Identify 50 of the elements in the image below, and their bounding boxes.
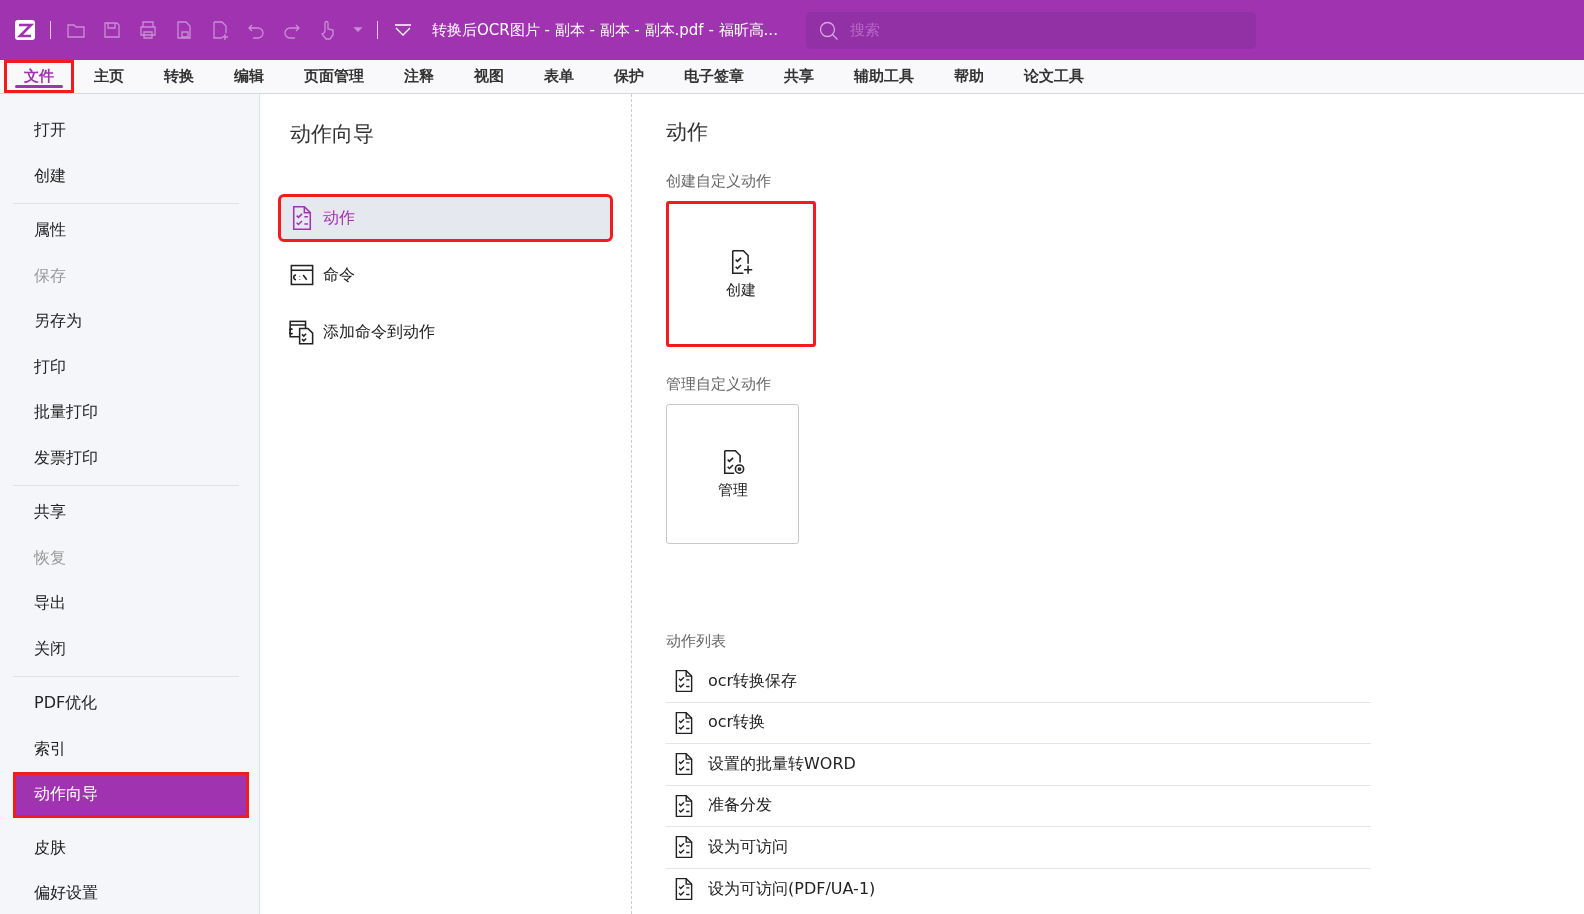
sidebar-item[interactable]: 创建 bbox=[13, 153, 239, 199]
menu-tab[interactable]: 转换 bbox=[144, 60, 214, 93]
sidebar-item[interactable]: 发票打印 bbox=[13, 435, 239, 481]
sidebar-item[interactable]: 关闭 bbox=[13, 626, 239, 672]
action-list-item[interactable]: 设为可访问 bbox=[666, 827, 1371, 869]
app-logo-icon[interactable] bbox=[14, 19, 36, 41]
action-card[interactable]: 管理 bbox=[666, 404, 799, 544]
sidebar-item[interactable]: 打印 bbox=[13, 344, 239, 390]
menu-tab[interactable]: 编辑 bbox=[214, 60, 284, 93]
wizard-item[interactable]: 命令 bbox=[278, 251, 613, 299]
action-list-item[interactable]: ocr转换 bbox=[666, 702, 1371, 744]
section-heading: 创建自定义动作 bbox=[666, 172, 772, 191]
terminal-icon bbox=[289, 262, 315, 288]
menu-tab[interactable]: 论文工具 bbox=[1004, 60, 1104, 93]
sidebar-item[interactable]: 批量打印 bbox=[13, 390, 239, 436]
section-heading: 动作列表 bbox=[666, 632, 727, 651]
sidebar-item[interactable]: 另存为 bbox=[13, 299, 239, 345]
action-list-item[interactable]: 设为可访问(PDF/UA-1) bbox=[666, 868, 1371, 910]
sidebar-item[interactable]: 打开 bbox=[13, 108, 239, 154]
panel-title: 动作向导 bbox=[290, 121, 375, 148]
wizard-item[interactable]: 动作 bbox=[278, 194, 613, 242]
sidebar-item[interactable]: 导出 bbox=[13, 581, 239, 627]
action-list-item[interactable]: 准备分发 bbox=[666, 785, 1371, 827]
sidebar-item[interactable]: PDF优化 bbox=[13, 681, 249, 727]
action-list-item[interactable]: ocr转换保存 bbox=[666, 661, 1371, 703]
menu-tab[interactable]: 帮助 bbox=[934, 60, 1004, 93]
menu-tab[interactable]: 表单 bbox=[524, 60, 594, 93]
menu-tab[interactable]: 页面管理 bbox=[284, 60, 384, 93]
menu-tab[interactable]: 文件 bbox=[4, 60, 74, 93]
sidebar-item[interactable]: 共享 bbox=[13, 490, 239, 536]
window-title: 转换后OCR图片 - 副本 - 副本 - 副本.pdf - 福昕高... bbox=[432, 20, 778, 40]
menu-tab[interactable]: 电子签章 bbox=[664, 60, 764, 93]
menu-tab[interactable]: 保护 bbox=[594, 60, 664, 93]
action-card[interactable]: 创建 bbox=[666, 201, 816, 347]
sidebar-item[interactable]: 动作向导 bbox=[13, 772, 249, 818]
menu-tab[interactable]: 主页 bbox=[74, 60, 144, 93]
menu-tab[interactable]: 视图 bbox=[454, 60, 524, 93]
sidebar-item[interactable]: 偏好设置 bbox=[13, 871, 249, 914]
terminal-checklist-icon bbox=[289, 319, 315, 345]
section-heading: 管理自定义动作 bbox=[666, 375, 772, 394]
sidebar-item[interactable]: 皮肤 bbox=[13, 825, 249, 871]
action-list-item[interactable]: 设置的批量转WORD bbox=[666, 744, 1371, 786]
wizard-item[interactable]: 添加命令到动作 bbox=[278, 308, 613, 356]
menu-tab[interactable]: 共享 bbox=[764, 60, 834, 93]
sidebar-item[interactable]: 属性 bbox=[13, 208, 239, 254]
section-title: 动作 bbox=[666, 119, 709, 146]
menu-tab[interactable]: 注释 bbox=[384, 60, 454, 93]
menu-tab[interactable]: 辅助工具 bbox=[834, 60, 934, 93]
printer-icon bbox=[137, 19, 159, 41]
sidebar-item[interactable]: 索引 bbox=[13, 726, 249, 772]
